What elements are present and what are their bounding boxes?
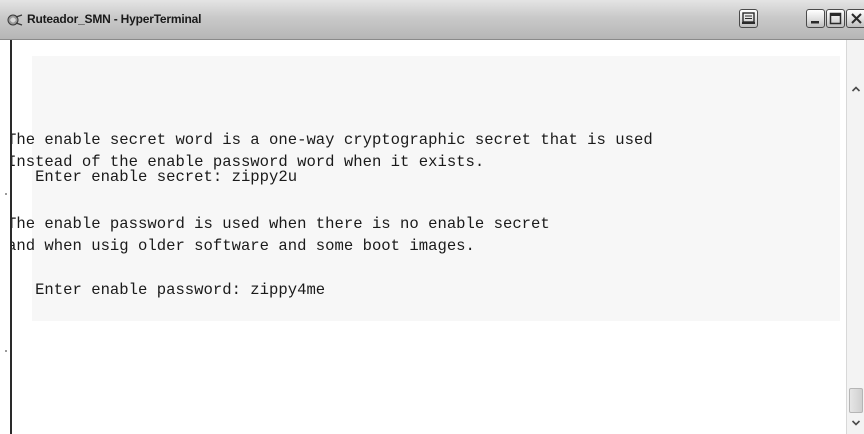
vertical-scrollbar[interactable] — [846, 40, 864, 434]
border-mark — [5, 193, 7, 195]
hyperterminal-icon[interactable] — [7, 12, 23, 28]
minimize-button[interactable] — [806, 9, 825, 28]
title-bar[interactable]: Ruteador_SMN - HyperTerminal — [0, 0, 864, 40]
terminal-screen[interactable]: The enable secret word is a one-way cryp… — [12, 40, 846, 434]
close-icon — [851, 13, 862, 24]
hyperterminal-window: Ruteador_SMN - HyperTerminal The enable … — [0, 0, 864, 434]
print-button[interactable] — [739, 9, 758, 28]
scroll-up-icon[interactable] — [850, 83, 862, 95]
scroll-thumb[interactable] — [849, 388, 863, 413]
maximize-button[interactable] — [826, 9, 845, 28]
terminal-line: The enable secret word is a one-way cryp… — [12, 131, 653, 149]
terminal-line: and when usig older software and some bo… — [12, 237, 475, 255]
scroll-down-icon[interactable] — [850, 417, 862, 429]
window-title: Ruteador_SMN - HyperTerminal — [27, 12, 202, 26]
minimize-icon — [811, 21, 819, 24]
terminal-line: Enter enable secret: zippy2u — [12, 168, 298, 186]
terminal-line: The enable password is used when there i… — [12, 215, 550, 233]
terminal-line: Enter enable password: zippy4me — [12, 281, 326, 299]
maximize-icon — [829, 12, 842, 25]
border-mark — [5, 350, 7, 352]
print-icon — [742, 12, 755, 24]
close-button[interactable] — [846, 9, 864, 28]
